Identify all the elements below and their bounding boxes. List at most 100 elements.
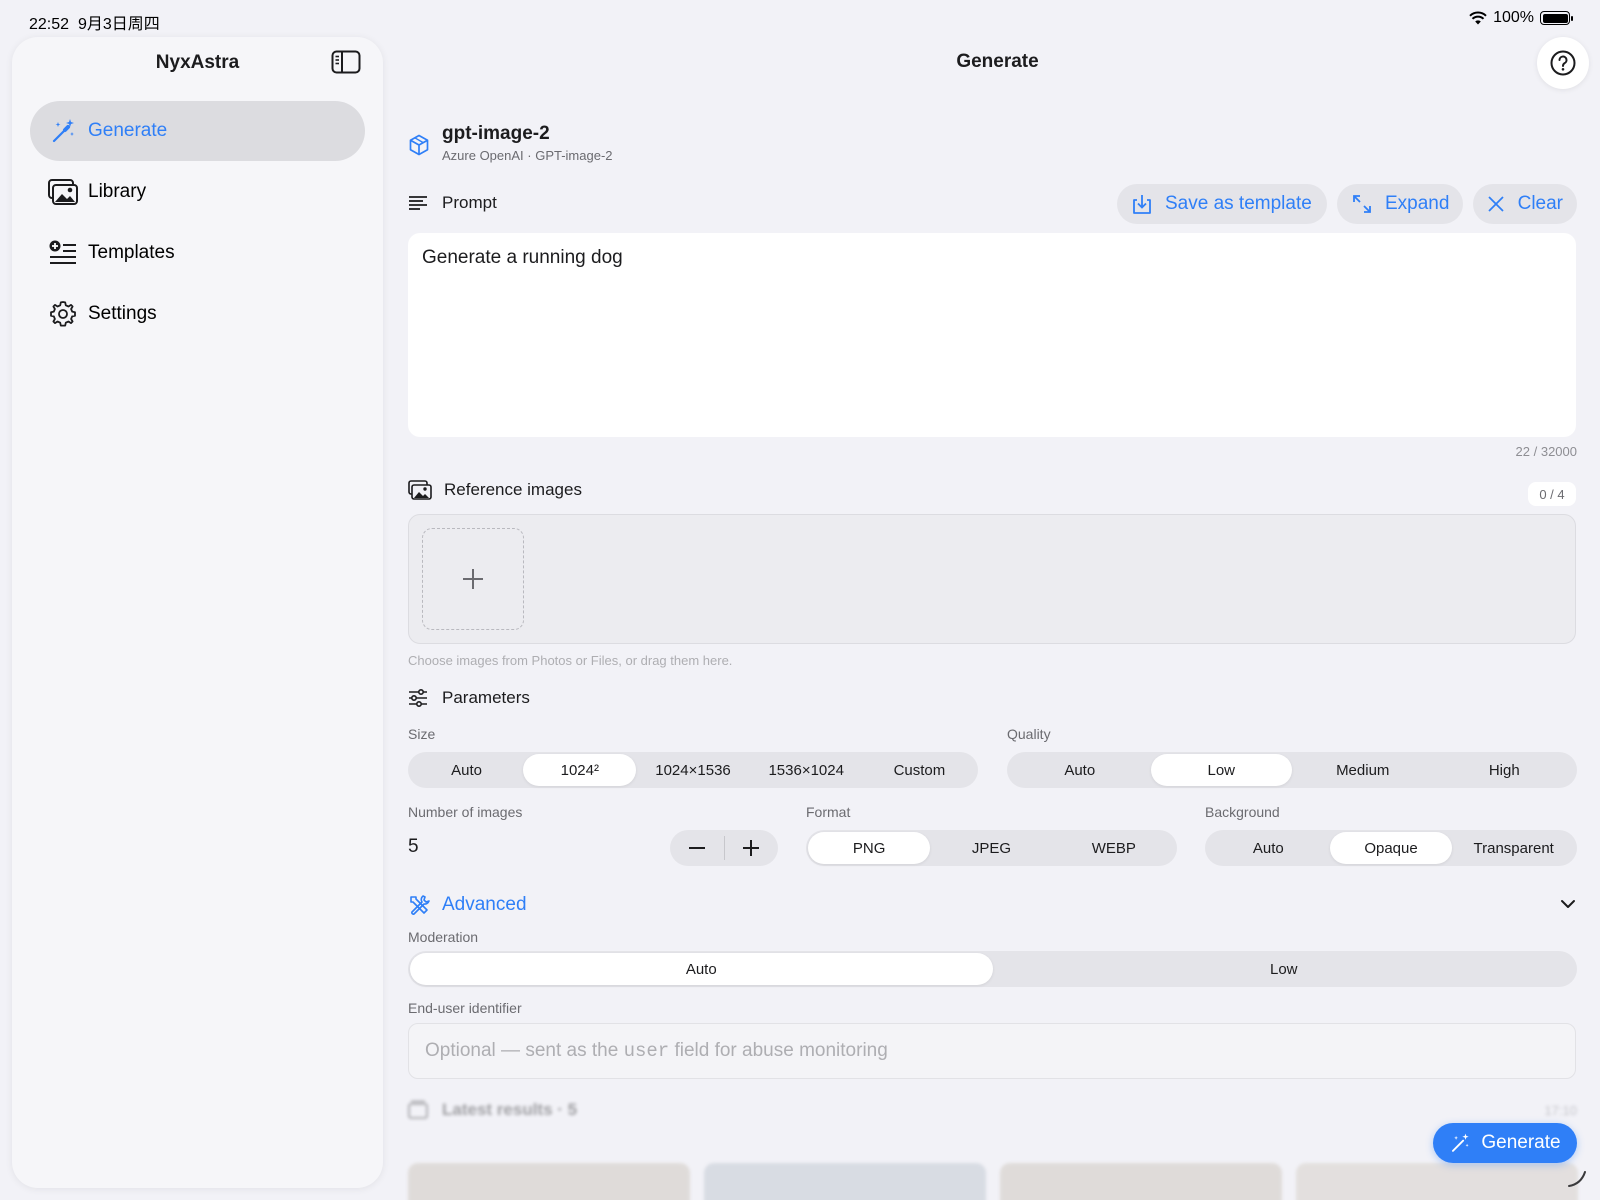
photo-stack-icon: [408, 1100, 430, 1120]
clear-label: Clear: [1517, 193, 1563, 214]
status-clock: 22:52: [29, 16, 70, 33]
size-label: Size: [408, 726, 436, 742]
download-tray-icon: [1131, 193, 1153, 215]
question-mark-icon: [1550, 50, 1576, 76]
generate-button[interactable]: Generate: [1433, 1123, 1577, 1163]
quality-option-medium[interactable]: Medium: [1292, 754, 1434, 786]
photo-library-icon: [408, 480, 432, 500]
generate-button-label: Generate: [1481, 1132, 1561, 1153]
increment-button[interactable]: [725, 830, 779, 866]
cube-icon: [409, 134, 429, 156]
sidebar-item-label: Generate: [88, 120, 168, 141]
parameters-label: Parameters: [442, 688, 530, 707]
sidebar-item-label: Settings: [88, 303, 157, 324]
end-user-field[interactable]: Optional — sent as the user field for ab…: [408, 1023, 1576, 1079]
clear-button[interactable]: Clear: [1473, 184, 1577, 224]
size-option-auto[interactable]: Auto: [410, 754, 523, 786]
latest-results-label: Latest results · 5: [442, 1100, 578, 1119]
reference-images-header: Reference images: [408, 480, 582, 500]
decrement-button[interactable]: [670, 830, 724, 866]
char-count: 22 / 32000: [1515, 444, 1577, 459]
status-indicators: 100%: [1469, 9, 1573, 27]
reference-drop-area[interactable]: [408, 514, 1576, 644]
moderation-label: Moderation: [408, 929, 479, 945]
save-as-template-label: Save as template: [1165, 193, 1312, 214]
wifi-icon: [1469, 11, 1487, 25]
sidebar: NyxAstra Generate Library Templates Sett…: [12, 37, 383, 1188]
chevron-down-icon: [1561, 900, 1575, 908]
quality-option-high[interactable]: High: [1434, 754, 1576, 786]
prompt-header: Prompt: [408, 193, 497, 213]
result-thumbnail[interactable]: [1000, 1163, 1282, 1200]
size-option-custom[interactable]: Custom: [863, 754, 976, 786]
status-bar: 22:52 9月3日周四 100%: [0, 0, 1600, 36]
expand-label: Expand: [1385, 193, 1450, 214]
number-of-images-label: Number of images: [408, 804, 523, 820]
moderation-option-low[interactable]: Low: [993, 953, 1576, 985]
moderation-option-auto[interactable]: Auto: [410, 953, 993, 985]
format-segmented-control: PNG JPEG WEBP: [806, 830, 1177, 866]
result-thumbnail[interactable]: [408, 1163, 690, 1200]
prompt-label: Prompt: [442, 193, 497, 212]
photo-library-icon: [46, 177, 80, 207]
format-option-png[interactable]: PNG: [808, 832, 931, 864]
result-thumbnail[interactable]: [1296, 1163, 1578, 1200]
battery-level: [1542, 13, 1568, 23]
save-as-template-button[interactable]: Save as template: [1117, 184, 1327, 224]
minus-icon: [688, 847, 705, 849]
parameters-header: Parameters: [408, 688, 530, 708]
help-button[interactable]: [1537, 37, 1589, 89]
sliders-icon: [408, 688, 430, 708]
text-lines-icon: [408, 193, 430, 213]
sidebar-item-templates[interactable]: Templates: [30, 223, 365, 283]
close-icon: [1487, 193, 1506, 215]
background-option-transparent[interactable]: Transparent: [1452, 832, 1575, 864]
expand-button[interactable]: Expand: [1337, 184, 1463, 224]
format-option-jpeg[interactable]: JPEG: [930, 832, 1052, 864]
app-title: NyxAstra: [155, 52, 240, 73]
sidebar-item-settings[interactable]: Settings: [30, 284, 365, 344]
page-title: Generate: [956, 51, 1039, 72]
quality-option-low[interactable]: Low: [1150, 754, 1292, 786]
magic-wand-icon: [46, 116, 80, 146]
sidebar-toggle-icon[interactable]: [331, 50, 361, 74]
model-provider: Azure OpenAI · GPT-image-2: [442, 148, 613, 163]
end-user-label: End-user identifier: [408, 1000, 522, 1016]
expand-arrows-icon: [1351, 193, 1373, 215]
sidebar-item-label: Library: [88, 181, 147, 202]
reference-hint: Choose images from Photos or Files, or d…: [408, 653, 733, 668]
sidebar-item-library[interactable]: Library: [30, 162, 365, 222]
moderation-segmented-control: Auto Low: [408, 951, 1577, 987]
model-name: gpt-image-2: [442, 123, 550, 144]
battery-percent: 100%: [1493, 9, 1534, 26]
result-thumbnail[interactable]: [704, 1163, 986, 1200]
model-selector[interactable]: gpt-image-2 Azure OpenAI · GPT-image-2: [408, 123, 613, 163]
plus-icon: [743, 840, 760, 856]
format-label: Format: [806, 804, 851, 820]
advanced-label: Advanced: [442, 894, 527, 915]
prompt-textarea[interactable]: Generate a running dog: [408, 233, 1576, 437]
gear-icon: [46, 299, 80, 329]
size-option-1024-square[interactable]: 1024²: [523, 754, 637, 786]
advanced-toggle[interactable]: Advanced: [408, 890, 1578, 920]
status-date: 9月3日周四: [77, 16, 160, 33]
magic-wand-icon: [1449, 1132, 1471, 1154]
resize-grabber-icon[interactable]: [1567, 1168, 1587, 1188]
placeholder-code: user: [623, 1040, 670, 1062]
plus-icon: [463, 569, 483, 589]
sidebar-item-generate[interactable]: Generate: [30, 101, 365, 161]
templates-icon: [46, 238, 80, 268]
background-label: Background: [1205, 804, 1280, 820]
format-option-webp[interactable]: WEBP: [1053, 832, 1175, 864]
size-option-1024x1536[interactable]: 1024×1536: [636, 754, 749, 786]
placeholder-text-end: field for abuse monitoring: [669, 1040, 888, 1061]
latest-results-header: Latest results · 5: [408, 1100, 577, 1120]
size-option-1536x1024[interactable]: 1536×1024: [750, 754, 863, 786]
sidebar-item-label: Templates: [88, 242, 175, 263]
quality-option-auto[interactable]: Auto: [1009, 754, 1151, 786]
add-reference-button[interactable]: [422, 528, 524, 630]
background-option-auto[interactable]: Auto: [1207, 832, 1330, 864]
number-of-images-value: 5: [408, 836, 419, 857]
reference-images-label: Reference images: [444, 480, 582, 499]
background-option-opaque[interactable]: Opaque: [1329, 832, 1453, 864]
